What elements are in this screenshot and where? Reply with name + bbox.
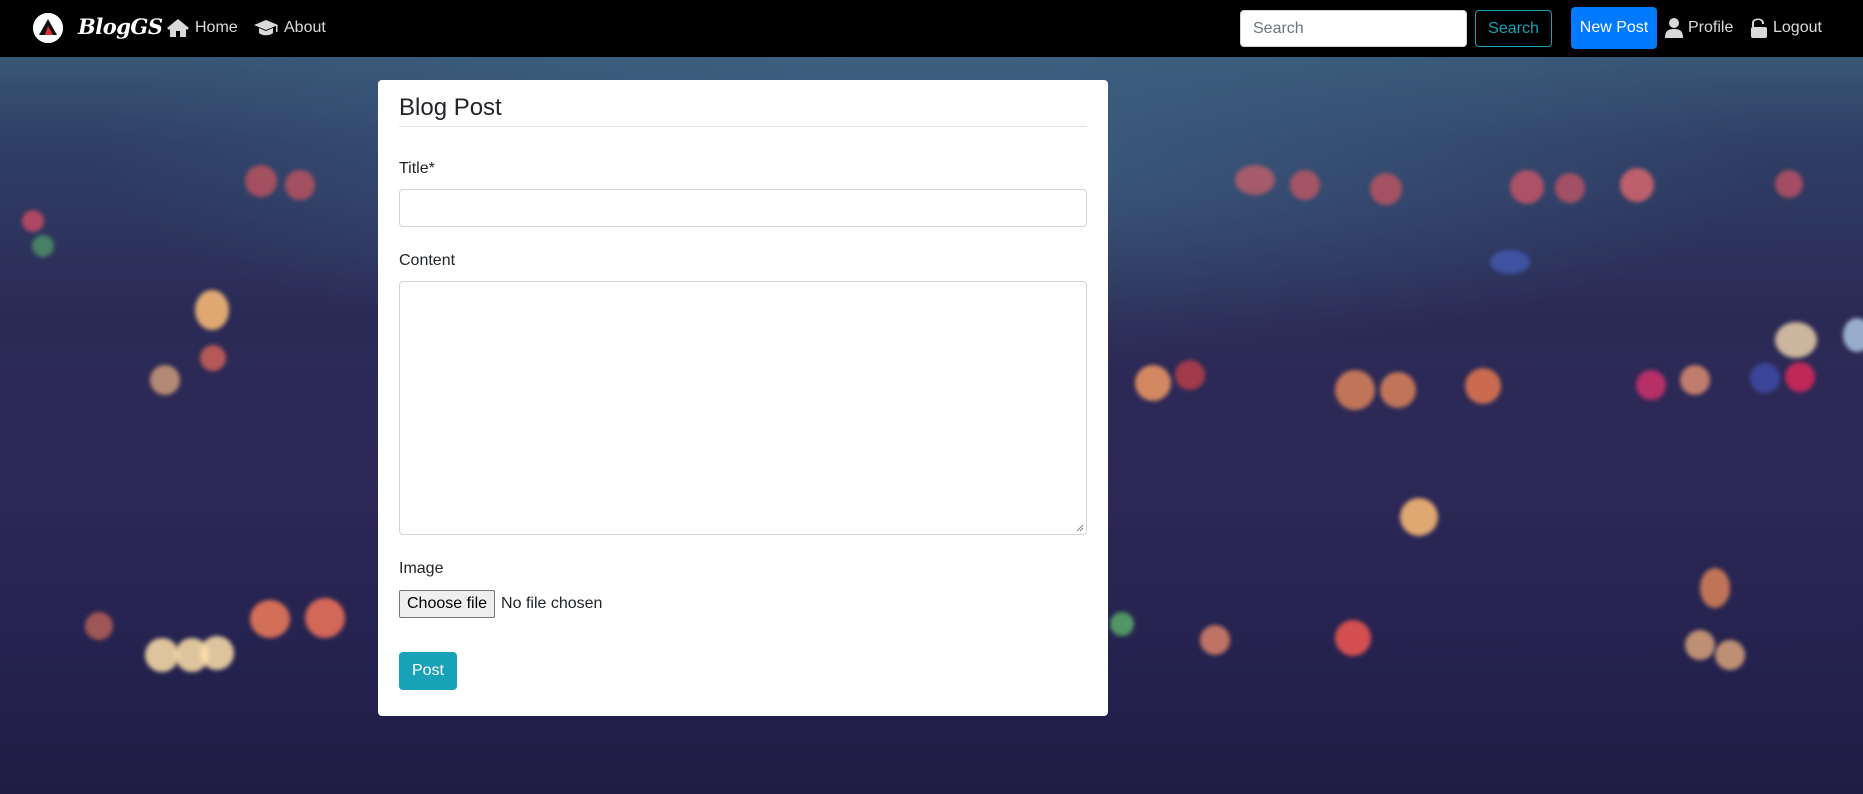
unlock-icon bbox=[1751, 18, 1767, 38]
blog-post-form-card: Blog Post Title* Content Image Choose fi… bbox=[378, 80, 1108, 716]
nav-link-label: About bbox=[284, 19, 326, 36]
nav-link-about[interactable]: About bbox=[253, 16, 326, 40]
image-label: Image bbox=[399, 560, 444, 577]
choose-file-button[interactable]: Choose file bbox=[399, 590, 496, 618]
graduation-cap-icon bbox=[254, 20, 278, 36]
content-textarea[interactable] bbox=[399, 281, 1087, 535]
new-post-button[interactable]: New Post bbox=[1571, 7, 1657, 49]
title-input[interactable] bbox=[399, 189, 1087, 227]
nav-link-home[interactable]: Home bbox=[166, 16, 238, 40]
title-label: Title* bbox=[399, 160, 435, 177]
top-navbar: BlogGS Home About Search New Post Profil… bbox=[0, 0, 1863, 57]
resize-handle-icon[interactable] bbox=[1076, 524, 1084, 532]
user-icon bbox=[1665, 18, 1683, 38]
search-button[interactable]: Search bbox=[1475, 10, 1552, 47]
post-submit-button[interactable]: Post bbox=[399, 652, 457, 690]
nav-link-label: Profile bbox=[1688, 19, 1734, 36]
search-input[interactable] bbox=[1240, 10, 1467, 47]
nav-link-label: Home bbox=[195, 19, 238, 36]
brand-logo-icon[interactable] bbox=[33, 13, 63, 43]
content-label: Content bbox=[399, 252, 456, 269]
form-legend: Blog Post bbox=[399, 92, 1087, 127]
image-file-input[interactable]: Choose file No file chosen bbox=[399, 590, 602, 618]
nav-link-label: Logout bbox=[1773, 19, 1822, 36]
nav-link-logout[interactable]: Logout bbox=[1750, 16, 1822, 40]
brand-name[interactable]: BlogGS bbox=[78, 14, 163, 39]
file-status-text: No file chosen bbox=[501, 595, 603, 612]
nav-link-profile[interactable]: Profile bbox=[1665, 16, 1733, 40]
home-icon bbox=[167, 19, 189, 37]
